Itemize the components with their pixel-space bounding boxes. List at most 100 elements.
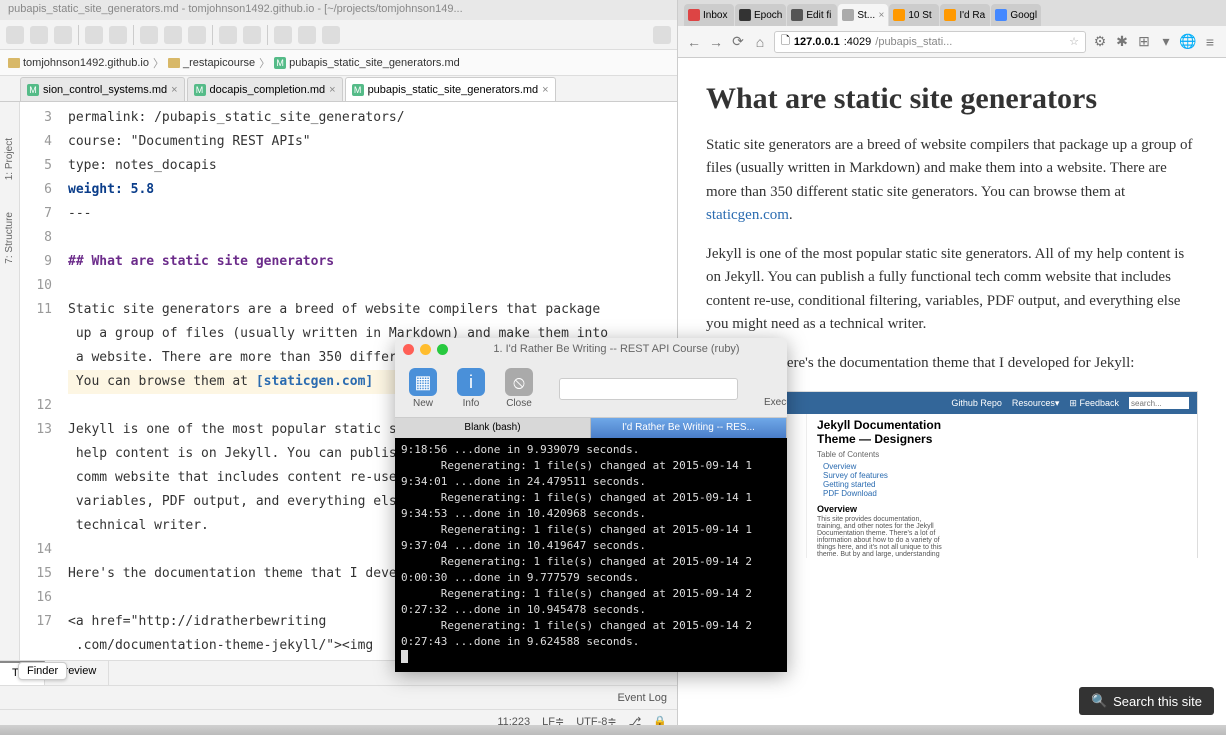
- command-input[interactable]: [559, 378, 738, 400]
- search-icon: 🔍: [1091, 693, 1107, 709]
- star-icon[interactable]: ☆: [1069, 35, 1079, 48]
- menu-icon[interactable]: ≡: [1202, 34, 1218, 50]
- forward-icon[interactable]: →: [708, 34, 724, 50]
- breadcrumb-project[interactable]: tomjohnson1492.github.io: [8, 57, 149, 69]
- window-title: pubapis_static_site_generators.md - tomj…: [0, 0, 677, 20]
- separator: [212, 25, 213, 45]
- separator: [133, 25, 134, 45]
- extension-icon[interactable]: ✱: [1114, 34, 1130, 50]
- favicon: [842, 9, 854, 21]
- toolbar-paste-icon[interactable]: [188, 26, 206, 44]
- toolbar-run-icon[interactable]: [274, 26, 292, 44]
- editor-tab[interactable]: Mpubapis_static_site_generators.md×: [345, 77, 556, 101]
- feedback-link[interactable]: ⊞ Feedback: [1069, 398, 1119, 409]
- tab-label: Googl: [1010, 10, 1037, 21]
- event-log[interactable]: Event Log: [617, 692, 667, 704]
- resources-menu[interactable]: Resources▾: [1012, 398, 1060, 409]
- editor-tabs: Msion_control_systems.md×Mdocapis_comple…: [0, 76, 677, 102]
- github-link[interactable]: Github Repo: [951, 398, 1002, 408]
- structure-tab[interactable]: 7: Structure: [2, 206, 17, 270]
- toc-title: Table of Contents: [817, 450, 947, 459]
- reload-icon[interactable]: ⟳: [730, 34, 746, 50]
- zoom-icon[interactable]: [437, 344, 448, 355]
- breadcrumb-file[interactable]: Mpubapis_static_site_generators.md: [274, 57, 460, 69]
- tab-label: docapis_completion.md: [210, 84, 326, 96]
- toolbar-save-icon[interactable]: [30, 26, 48, 44]
- toolbar-refresh-icon[interactable]: [54, 26, 72, 44]
- editor-tab[interactable]: Msion_control_systems.md ×: [20, 77, 185, 101]
- toc-item[interactable]: Getting started: [817, 480, 947, 489]
- gear-icon[interactable]: ⚙: [1092, 34, 1108, 50]
- search-site-button[interactable]: 🔍 Search this site: [1079, 687, 1214, 715]
- toolbar-redo-icon[interactable]: [109, 26, 127, 44]
- browser-toolbar: ← → ⟳ ⌂ 🗋 127.0.0.1:4029/pubapis_stati..…: [678, 26, 1226, 58]
- addr-host: 127.0.0.1: [794, 36, 840, 48]
- docs-search-input[interactable]: [1129, 397, 1189, 409]
- close-icon[interactable]: ×: [542, 84, 548, 96]
- toc-item[interactable]: Survey of features: [817, 471, 947, 480]
- toc-item[interactable]: PDF Download: [817, 489, 947, 498]
- addr-path: /pubapis_stati...: [875, 36, 952, 48]
- favicon: [944, 9, 956, 21]
- page-heading: What are static site generators: [706, 82, 1198, 116]
- back-icon[interactable]: ←: [686, 34, 702, 50]
- browser-tabs: Inbox Epoch Edit fi St...× 10 St I'd Ra Googl: [678, 0, 1226, 26]
- info-button[interactable]: iInfo: [457, 368, 485, 409]
- toolbar-forward-icon[interactable]: [243, 26, 261, 44]
- markdown-icon: M: [194, 84, 206, 96]
- paragraph: Static site generators are a breed of we…: [706, 134, 1198, 227]
- tab-label: Epoch: [754, 10, 782, 21]
- browser-tab[interactable]: Googl: [991, 4, 1041, 26]
- tool-window-rail: 1: Project 7: Structure: [0, 102, 20, 660]
- browser-tab[interactable]: Epoch: [735, 4, 786, 26]
- markdown-icon: M: [352, 84, 364, 96]
- browser-tab[interactable]: St...×: [838, 4, 888, 26]
- address-bar[interactable]: 🗋 127.0.0.1:4029/pubapis_stati... ☆: [774, 31, 1086, 53]
- execute-button[interactable]: Execute: [764, 369, 787, 408]
- tab-label: sion_control_systems.md: [43, 84, 167, 96]
- breadcrumb-folder[interactable]: _restapicourse: [168, 57, 255, 69]
- browser-tab[interactable]: 10 St: [889, 4, 939, 26]
- project-tab[interactable]: 1: Project: [2, 132, 17, 186]
- new-button[interactable]: ▦New: [409, 368, 437, 409]
- browser-tab[interactable]: Edit fi: [787, 4, 837, 26]
- minimize-icon[interactable]: [420, 344, 431, 355]
- extension-icon[interactable]: ⊞: [1136, 34, 1152, 50]
- terminal-titlebar: 1. I'd Rather Be Writing -- REST API Cou…: [395, 338, 787, 360]
- dock[interactable]: [0, 725, 1226, 735]
- toolbar-copy-icon[interactable]: [164, 26, 182, 44]
- browser-tab[interactable]: I'd Ra: [940, 4, 990, 26]
- tab-label: Edit fi: [806, 10, 831, 21]
- chevron-right-icon: 〉: [259, 55, 270, 71]
- close-icon[interactable]: ×: [171, 84, 177, 96]
- separator: [78, 25, 79, 45]
- staticgen-link[interactable]: staticgen.com: [706, 207, 789, 223]
- pocket-icon[interactable]: ▾: [1158, 34, 1174, 50]
- toolbar-debug-icon[interactable]: [298, 26, 316, 44]
- docs-header-menu: Github Repo Resources▾ ⊞ Feedback: [951, 397, 1189, 409]
- tab-label: 10 St: [908, 10, 931, 21]
- close-icon[interactable]: ×: [329, 84, 335, 96]
- favicon: [688, 9, 700, 21]
- toolbar-settings-icon[interactable]: [322, 26, 340, 44]
- toc-item[interactable]: Overview: [817, 462, 947, 471]
- toolbar-back-icon[interactable]: [219, 26, 237, 44]
- toolbar-cut-icon[interactable]: [140, 26, 158, 44]
- globe-icon[interactable]: 🌐: [1180, 34, 1196, 50]
- breadcrumb: tomjohnson1492.github.io 〉 _restapicours…: [0, 50, 677, 76]
- toolbar-open-icon[interactable]: [6, 26, 24, 44]
- home-icon[interactable]: ⌂: [752, 34, 768, 50]
- toolbar-search-icon[interactable]: [653, 26, 671, 44]
- browser-tab[interactable]: Inbox: [684, 4, 734, 26]
- term-tab-active[interactable]: I'd Rather Be Writing -- RES...: [591, 418, 787, 438]
- toolbar-undo-icon[interactable]: [85, 26, 103, 44]
- markdown-icon: M: [27, 84, 39, 96]
- docs-title: Jekyll Documentation Theme — Designers: [817, 418, 947, 446]
- editor-tab[interactable]: Mdocapis_completion.md×: [187, 77, 343, 101]
- terminal-output[interactable]: 9:18:56 ...done in 9.939079 seconds. Reg…: [395, 438, 787, 672]
- terminal-title: 1. I'd Rather Be Writing -- REST API Cou…: [454, 343, 779, 355]
- term-tab-blank[interactable]: Blank (bash): [395, 418, 591, 438]
- close-button[interactable]: ⦸Close: [505, 368, 533, 409]
- close-icon[interactable]: [403, 344, 414, 355]
- close-icon[interactable]: ×: [879, 10, 885, 21]
